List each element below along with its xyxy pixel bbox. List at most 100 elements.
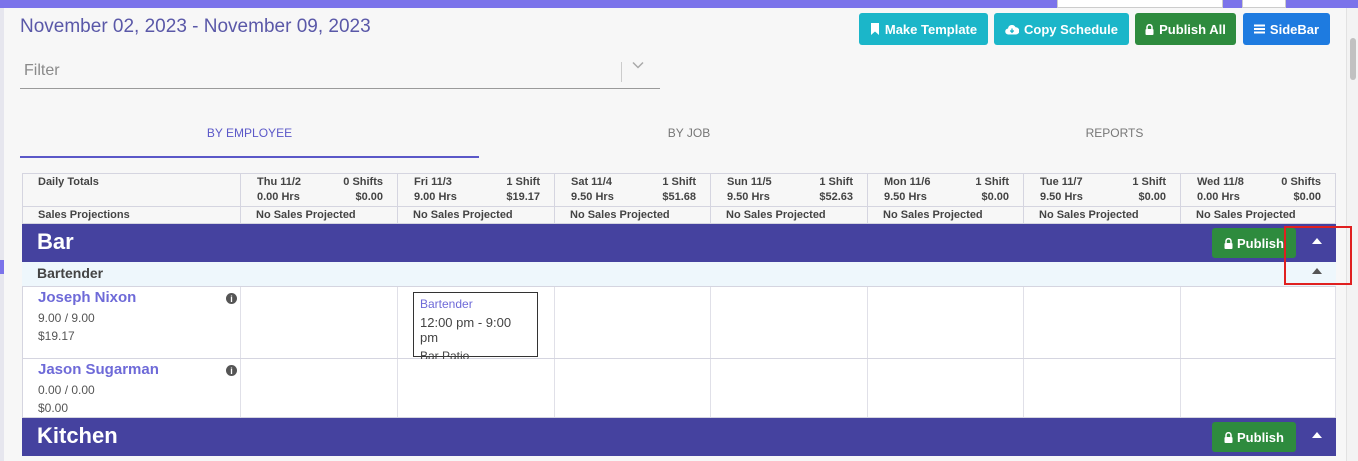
group-publish-label: Publish xyxy=(1237,235,1284,251)
day-label: Tue 11/7 xyxy=(1040,176,1083,188)
top-bar-tab[interactable] xyxy=(1057,0,1223,8)
day-hours: 9.50 Hrs xyxy=(727,191,770,203)
day-shifts: 1 Shift xyxy=(975,176,1009,188)
schedule-cell[interactable] xyxy=(1181,359,1336,417)
day-cost: $0.00 xyxy=(1138,191,1166,203)
group-header-bar: Kitchen Publish xyxy=(22,418,1336,456)
day-shifts: 0 Shifts xyxy=(1281,176,1321,188)
sales-projection-cell[interactable]: No Sales Projected xyxy=(241,207,398,223)
day-total-cell[interactable]: Sun 11/5 1 Shift 9.50 Hrs $52.63 xyxy=(711,174,868,206)
day-total-cell[interactable]: Tue 11/7 1 Shift 9.50 Hrs $0.00 xyxy=(1024,174,1181,206)
job-row: Bartender xyxy=(22,262,1336,287)
scrollbar-thumb[interactable] xyxy=(1350,38,1356,80)
day-total-cell[interactable]: Sat 11/4 1 Shift 9.50 Hrs $51.68 xyxy=(555,174,711,206)
schedule-grid: Daily Totals Thu 11/2 0 Shifts 0.00 Hrs $0… xyxy=(22,173,1336,456)
group-publish-button[interactable]: Publish xyxy=(1212,422,1296,452)
bookmark-icon xyxy=(870,23,879,35)
publish-all-label: Publish All xyxy=(1159,21,1226,37)
day-cost: $0.00 xyxy=(1293,191,1321,203)
sidebar-button[interactable]: SideBar xyxy=(1243,13,1330,45)
cloud-download-icon xyxy=(1005,24,1020,35)
employee-name[interactable]: Jason Sugarman xyxy=(38,361,159,378)
group-name: Kitchen xyxy=(37,423,118,448)
employee-row: Joseph Nixon i 9.00 / 9.00 $19.17 Barten… xyxy=(22,287,1336,363)
day-hours: 9.00 Hrs xyxy=(414,191,457,203)
employee-hours: 0.00 / 0.00 xyxy=(38,383,95,397)
day-label: Wed 11/8 xyxy=(1197,176,1244,188)
lock-icon xyxy=(1145,23,1154,35)
sales-projection-cell[interactable]: No Sales Projected xyxy=(1024,207,1181,223)
group-header-bar: Bar Publish xyxy=(22,224,1336,262)
tab-by-job[interactable]: BY JOB xyxy=(479,120,899,158)
day-hours: 9.50 Hrs xyxy=(571,191,614,203)
day-total-cell[interactable]: Fri 11/3 1 Shift 9.00 Hrs $19.17 xyxy=(398,174,555,206)
date-range-title: November 02, 2023 - November 09, 2023 xyxy=(20,16,371,37)
day-total-cell[interactable]: Thu 11/2 0 Shifts 0.00 Hrs $0.00 xyxy=(241,174,398,206)
employee-cell: Jason Sugarman i 0.00 / 0.00 $0.00 xyxy=(22,359,241,417)
day-shifts: 1 Shift xyxy=(1132,176,1166,188)
top-bar-tab[interactable] xyxy=(1242,0,1286,8)
schedule-cell[interactable] xyxy=(1181,287,1336,358)
schedule-panel: November 02, 2023 - November 09, 2023 Ma… xyxy=(4,8,1346,461)
day-cost: $19.17 xyxy=(506,191,540,203)
sales-projections-row: Sales Projections No Sales Projected No … xyxy=(22,207,1336,224)
schedule-cell[interactable] xyxy=(1024,287,1181,358)
make-template-label: Make Template xyxy=(884,21,978,37)
view-tabs: BY EMPLOYEE BY JOB REPORTS xyxy=(20,120,1330,158)
sales-projection-cell[interactable]: No Sales Projected xyxy=(555,207,711,223)
schedule-cell[interactable]: Bartender 12:00 pm - 9:00 pm Bar Patio xyxy=(398,287,555,363)
schedule-cell[interactable] xyxy=(868,287,1024,358)
day-label: Thu 11/2 xyxy=(257,176,302,188)
sales-projection-cell[interactable]: No Sales Projected xyxy=(398,207,555,223)
day-shifts: 1 Shift xyxy=(819,176,853,188)
daily-totals-label-cell: Daily Totals xyxy=(22,174,241,206)
day-shifts: 0 Shifts xyxy=(343,176,383,188)
highlight-annotation-box xyxy=(1284,226,1352,285)
tab-by-employee[interactable]: BY EMPLOYEE xyxy=(20,120,479,158)
publish-all-button[interactable]: Publish All xyxy=(1135,13,1236,45)
day-total-cell[interactable]: Mon 11/6 1 Shift 9.50 Hrs $0.00 xyxy=(868,174,1024,206)
schedule-cell[interactable] xyxy=(711,287,868,358)
lock-icon xyxy=(1224,431,1233,443)
daily-totals-row: Daily Totals Thu 11/2 0 Shifts 0.00 Hrs $0… xyxy=(22,173,1336,207)
day-cost: $0.00 xyxy=(355,191,383,203)
employee-cost: $19.17 xyxy=(38,329,75,343)
schedule-cell[interactable] xyxy=(241,359,398,417)
day-total-cell[interactable]: Wed 11/8 0 Shifts 0.00 Hrs $0.00 xyxy=(1181,174,1336,206)
schedule-cell[interactable] xyxy=(241,287,398,358)
chevron-down-icon[interactable] xyxy=(632,61,644,69)
schedule-cell[interactable] xyxy=(398,359,555,417)
schedule-cell[interactable] xyxy=(711,359,868,417)
filter-select[interactable]: Filter xyxy=(20,55,660,89)
make-template-button[interactable]: Make Template xyxy=(859,13,988,45)
day-cost: $51.68 xyxy=(662,191,696,203)
sales-projection-cell[interactable]: No Sales Projected xyxy=(711,207,868,223)
day-label: Mon 11/6 xyxy=(884,176,931,188)
filter-placeholder: Filter xyxy=(24,62,60,79)
tab-reports[interactable]: REPORTS xyxy=(899,120,1330,158)
day-label: Sat 11/4 xyxy=(571,176,612,188)
employee-cost: $0.00 xyxy=(38,401,69,415)
day-cost: $0.00 xyxy=(981,191,1009,203)
schedule-cell[interactable] xyxy=(555,359,711,417)
shift-time: 12:00 pm - 9:00 pm xyxy=(420,315,512,345)
shift-job: Bartender xyxy=(420,297,473,311)
copy-schedule-button[interactable]: Copy Schedule xyxy=(994,13,1129,45)
info-icon[interactable]: i xyxy=(226,365,237,376)
schedule-cell[interactable] xyxy=(868,359,1024,417)
employee-cell: Joseph Nixon i 9.00 / 9.00 $19.17 xyxy=(22,287,241,358)
day-hours: 0.00 Hrs xyxy=(1197,191,1240,203)
shift-card[interactable]: Bartender 12:00 pm - 9:00 pm Bar Patio xyxy=(413,292,538,363)
employee-name[interactable]: Joseph Nixon xyxy=(38,289,136,306)
collapse-caret-icon[interactable] xyxy=(1312,432,1322,438)
sidebar-label: SideBar xyxy=(1269,21,1320,37)
info-icon[interactable]: i xyxy=(226,293,237,304)
day-hours: 0.00 Hrs xyxy=(257,191,300,203)
sales-projection-cell[interactable]: No Sales Projected xyxy=(868,207,1024,223)
sales-projection-cell[interactable]: No Sales Projected xyxy=(1181,207,1336,223)
schedule-cell[interactable] xyxy=(555,287,711,358)
copy-schedule-label: Copy Schedule xyxy=(1024,21,1118,37)
schedule-cell[interactable] xyxy=(1024,359,1181,417)
filter-separator xyxy=(621,62,622,82)
day-label: Fri 11/3 xyxy=(414,176,452,188)
